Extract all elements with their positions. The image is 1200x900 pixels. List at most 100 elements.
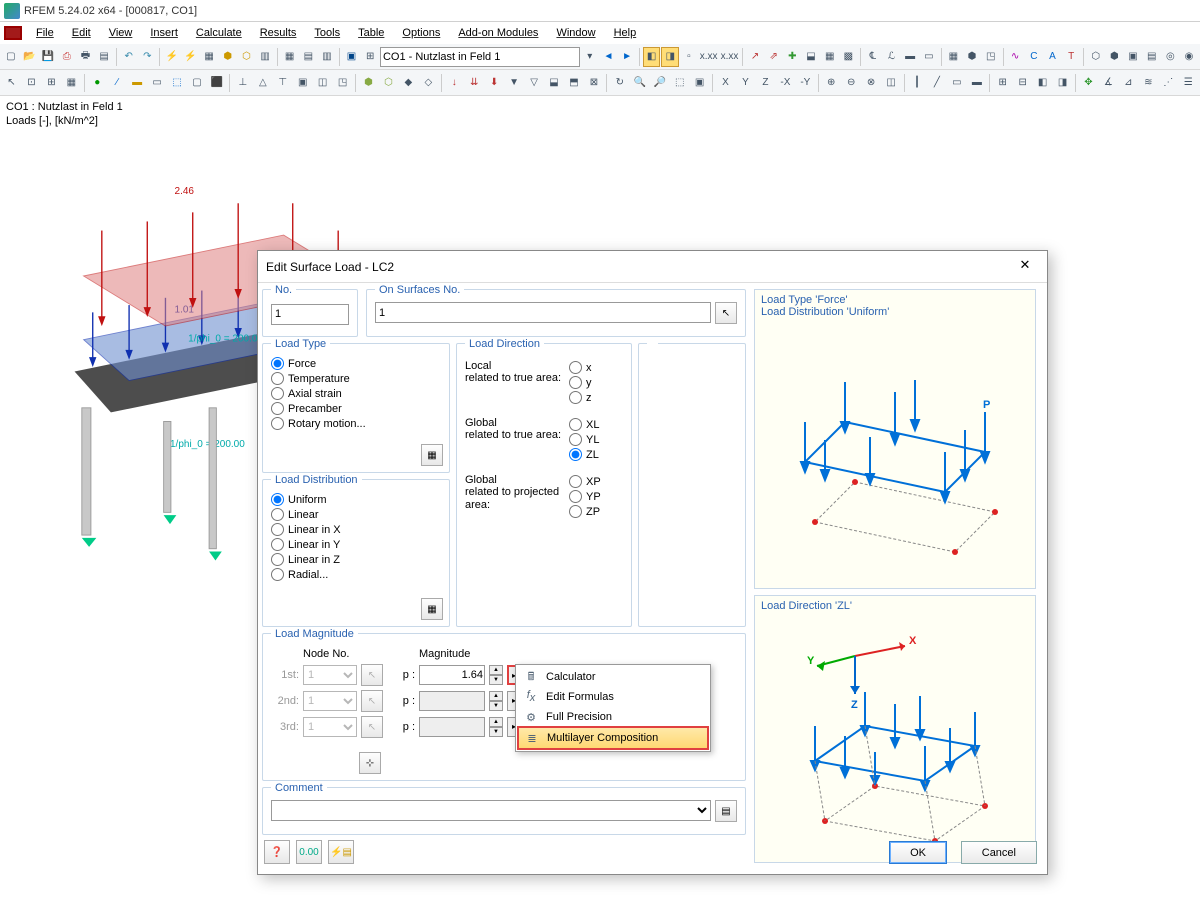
tool7-icon[interactable]: ▦: [281, 47, 299, 67]
radio-dir-z[interactable]: z: [569, 390, 592, 405]
t24-icon[interactable]: ▭: [920, 47, 938, 67]
t37-icon[interactable]: ◉: [1180, 47, 1198, 67]
menu-view[interactable]: View: [101, 25, 141, 41]
zoom-in-icon[interactable]: 🔍: [630, 73, 649, 93]
menu-help[interactable]: Help: [606, 25, 645, 41]
s23-icon[interactable]: ⇊: [465, 73, 484, 93]
axis-ny-icon[interactable]: -Y: [796, 73, 815, 93]
redo-icon[interactable]: ↷: [138, 47, 156, 67]
s15-icon[interactable]: ▣: [293, 73, 312, 93]
s43-icon[interactable]: ◫: [882, 73, 901, 93]
radio-dir-zp[interactable]: ZP: [569, 504, 601, 519]
t27-icon[interactable]: ◳: [982, 47, 1000, 67]
t31-icon[interactable]: T: [1062, 47, 1080, 67]
menu-options[interactable]: Options: [394, 25, 448, 41]
s44-icon[interactable]: ┃: [907, 73, 926, 93]
tool-icon[interactable]: ⚡: [163, 47, 181, 67]
s2-icon[interactable]: ⊡: [22, 73, 41, 93]
radio-linear-y[interactable]: Linear in Y: [271, 537, 441, 552]
s46-icon[interactable]: ▭: [947, 73, 966, 93]
tool4-icon[interactable]: ⬢: [219, 47, 237, 67]
cancel-button[interactable]: Cancel: [961, 841, 1037, 864]
s41-icon[interactable]: ⊖: [842, 73, 861, 93]
t35-icon[interactable]: ▤: [1143, 47, 1161, 67]
t29-icon[interactable]: C: [1025, 47, 1043, 67]
comment-input[interactable]: [271, 800, 711, 821]
t13-icon[interactable]: x.xx: [699, 47, 719, 67]
comment-library-icon[interactable]: ▤: [715, 800, 737, 822]
menu-calculator[interactable]: 🖩Calculator: [518, 667, 708, 687]
s34-icon[interactable]: ▣: [690, 73, 709, 93]
s53-icon[interactable]: ∡: [1099, 73, 1118, 93]
t19-icon[interactable]: ▦: [821, 47, 839, 67]
menu-edit-formulas[interactable]: fxEdit Formulas: [518, 687, 708, 707]
t26-icon[interactable]: ⬢: [963, 47, 981, 67]
radio-dir-yp[interactable]: YP: [569, 489, 601, 504]
print-icon[interactable]: 🖶: [77, 47, 95, 67]
s42-icon[interactable]: ⊗: [862, 73, 881, 93]
dialog-titlebar[interactable]: Edit Surface Load - LC2 ✕: [258, 251, 1047, 283]
menu-full-precision[interactable]: ⚙Full Precision: [518, 707, 708, 727]
s45-icon[interactable]: ╱: [927, 73, 946, 93]
save-icon[interactable]: 💾: [39, 47, 57, 67]
s17-icon[interactable]: ◳: [333, 73, 352, 93]
menu-edit[interactable]: Edit: [64, 25, 99, 41]
save-all-icon[interactable]: ⎙: [58, 47, 76, 67]
radio-uniform[interactable]: Uniform: [271, 492, 441, 507]
tool9-icon[interactable]: ▥: [318, 47, 336, 67]
prev-icon[interactable]: ◄: [600, 47, 618, 67]
s10-icon[interactable]: ▢: [188, 73, 207, 93]
magnitude-spinner-1[interactable]: ▲▼: [489, 665, 503, 685]
s18-icon[interactable]: ⬢: [359, 73, 378, 93]
t15-icon[interactable]: ↗: [746, 47, 764, 67]
radio-rotary-motion[interactable]: Rotary motion...: [271, 416, 441, 431]
help-icon[interactable]: ❓: [264, 840, 290, 864]
s7-icon[interactable]: ▬: [128, 73, 147, 93]
s28-icon[interactable]: ⬒: [564, 73, 583, 93]
s48-icon[interactable]: ⊞: [993, 73, 1012, 93]
tool6-icon[interactable]: ▥: [256, 47, 274, 67]
s14-icon[interactable]: ⊤: [273, 73, 292, 93]
s9-icon[interactable]: ⬚: [168, 73, 187, 93]
t36-icon[interactable]: ◎: [1162, 47, 1180, 67]
radio-linear[interactable]: Linear: [271, 507, 441, 522]
s49-icon[interactable]: ⊟: [1013, 73, 1032, 93]
menu-window[interactable]: Window: [548, 25, 603, 41]
t18-icon[interactable]: ⬓: [802, 47, 820, 67]
t28-icon[interactable]: ∿: [1006, 47, 1024, 67]
toggle-b-icon[interactable]: ◨: [661, 47, 679, 67]
s13-icon[interactable]: △: [253, 73, 272, 93]
magnitude-input-1[interactable]: [419, 665, 485, 685]
no-input[interactable]: [271, 304, 349, 325]
next-icon[interactable]: ►: [618, 47, 636, 67]
t25-icon[interactable]: ▦: [945, 47, 963, 67]
t14-icon[interactable]: x.xx: [720, 47, 740, 67]
radio-linear-z[interactable]: Linear in Z: [271, 552, 441, 567]
tool5-icon[interactable]: ⬡: [238, 47, 256, 67]
s5-icon[interactable]: ●: [88, 73, 107, 93]
units-icon[interactable]: 0.00: [296, 840, 322, 864]
load-type-more-icon[interactable]: ▦: [421, 444, 443, 466]
t17-icon[interactable]: ✚: [784, 47, 802, 67]
t12-icon[interactable]: ▫: [680, 47, 698, 67]
radio-dir-y[interactable]: y: [569, 375, 592, 390]
load-dist-more-icon[interactable]: ▦: [421, 598, 443, 620]
s55-icon[interactable]: ≋: [1139, 73, 1158, 93]
menu-addon[interactable]: Add-on Modules: [450, 25, 546, 41]
tool10-icon[interactable]: ▣: [343, 47, 361, 67]
menu-calculate[interactable]: Calculate: [188, 25, 250, 41]
s33-icon[interactable]: ⬚: [670, 73, 689, 93]
ok-button[interactable]: OK: [889, 841, 947, 864]
radio-dir-xp[interactable]: XP: [569, 474, 601, 489]
extra-node-icon[interactable]: ⊹: [359, 752, 381, 774]
radio-precamber[interactable]: Precamber: [271, 401, 441, 416]
menu-insert[interactable]: Insert: [142, 25, 186, 41]
tool3-icon[interactable]: ▦: [200, 47, 218, 67]
axis-x-icon[interactable]: X: [716, 73, 735, 93]
menu-file[interactable]: File: [28, 25, 62, 41]
menu-results[interactable]: Results: [252, 25, 305, 41]
t30-icon[interactable]: A: [1044, 47, 1062, 67]
menu-multilayer-composition[interactable]: ≣Multilayer Composition: [517, 726, 709, 750]
s16-icon[interactable]: ◫: [313, 73, 332, 93]
radio-dir-zl[interactable]: ZL: [569, 447, 599, 462]
